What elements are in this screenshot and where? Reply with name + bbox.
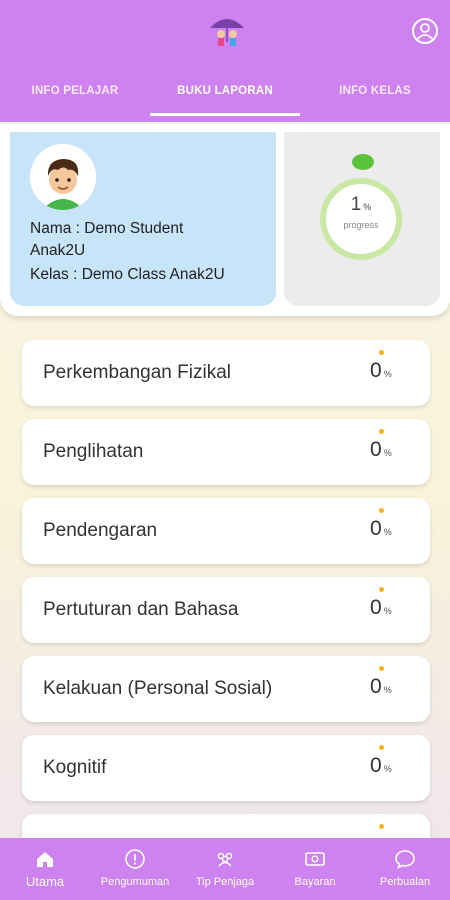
category-value: 0% <box>370 359 392 382</box>
category-dot <box>379 587 384 592</box>
nav-tip-penjaga[interactable]: Tip Penjaga <box>180 838 270 900</box>
category-card-pendengaran[interactable]: Pendengaran 0% <box>22 498 430 564</box>
progress-unit: % <box>363 202 372 212</box>
nav-utama[interactable]: Utama <box>0 838 90 900</box>
category-dot <box>379 350 384 355</box>
user-circle-icon[interactable] <box>412 18 438 44</box>
category-name: Penglihatan <box>43 441 144 462</box>
progress-label: progress <box>343 220 379 230</box>
category-card-perkembangan-fizikal[interactable]: Perkembangan Fizikal 0% <box>22 340 430 406</box>
tab-info-kelas[interactable]: INFO KELAS <box>300 72 450 112</box>
nav-label: Pengumuman <box>100 876 170 888</box>
category-value: 0% <box>370 517 392 540</box>
category-card-pertuturan-bahasa[interactable]: Pertuturan dan Bahasa 0% <box>22 577 430 643</box>
group-icon <box>217 852 233 867</box>
category-value: 0% <box>370 675 392 698</box>
category-dot <box>379 666 384 671</box>
alert-circle-icon <box>125 849 145 869</box>
progress-ring <box>320 178 402 260</box>
category-name: Perkembangan Fizikal <box>43 362 231 383</box>
home-icon <box>37 852 53 867</box>
umbrella-kids-logo <box>206 8 248 50</box>
category-value: 0% <box>370 754 392 777</box>
nav-label: Bayaran <box>294 876 336 888</box>
category-card-kelakuan[interactable]: Kelakuan (Personal Sosial) 0% <box>22 656 430 722</box>
category-dot <box>379 824 384 829</box>
nav-bayaran[interactable]: Bayaran <box>270 838 360 900</box>
app-header: INFO PELAJAR BUKU LAPORAN INFO KELAS <box>0 0 450 122</box>
payment-icon <box>305 852 325 866</box>
nav-perbualan[interactable]: Perbualan <box>360 838 450 900</box>
category-value: 0% <box>370 438 392 461</box>
overall-progress-box: 1% progress <box>284 132 440 306</box>
student-summary-card: Nama : Demo Student Anak2U Kelas : Demo … <box>0 124 450 316</box>
category-dot <box>379 508 384 513</box>
nav-label: Utama <box>25 874 65 889</box>
nav-label: Perbualan <box>379 876 431 888</box>
nav-label: Tip Penjaga <box>195 876 255 888</box>
category-name: Kelakuan (Personal Sosial) <box>43 678 273 699</box>
student-name-continued: Anak2U <box>30 242 86 259</box>
category-dot <box>379 429 384 434</box>
boy-avatar <box>30 144 96 210</box>
progress-value: 1% <box>350 194 372 215</box>
tab-buku-laporan[interactable]: BUKU LAPORAN <box>150 72 300 116</box>
category-card-penglihatan[interactable]: Penglihatan 0% <box>22 419 430 485</box>
category-value: 0% <box>370 596 392 619</box>
top-tabs: INFO PELAJAR BUKU LAPORAN INFO KELAS <box>0 72 450 116</box>
category-dot <box>379 745 384 750</box>
student-info-box: Nama : Demo Student Anak2U Kelas : Demo … <box>10 132 276 306</box>
bottom-navigation: Utama Pengumuman Tip Penjaga Bayaran Per… <box>0 838 450 900</box>
nav-pengumuman[interactable]: Pengumuman <box>90 838 180 900</box>
category-name: Pendengaran <box>43 520 158 541</box>
student-class: Kelas : Demo Class Anak2U <box>30 266 225 283</box>
student-name: Nama : Demo Student <box>30 220 184 237</box>
category-name: Pertuturan dan Bahasa <box>43 599 239 620</box>
category-card-kognitif[interactable]: Kognitif 0% <box>22 735 430 801</box>
category-name: Kognitif <box>43 757 107 778</box>
tab-info-pelajar[interactable]: INFO PELAJAR <box>0 72 150 112</box>
progress-indicator-dot <box>352 154 374 170</box>
chat-icon <box>395 850 415 870</box>
